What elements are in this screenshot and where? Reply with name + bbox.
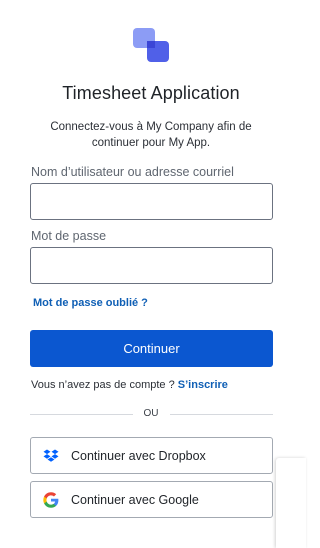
continue-button[interactable]: Continuer	[30, 330, 273, 367]
forgot-password-link[interactable]: Mot de passe oublié ?	[33, 297, 148, 309]
signup-prompt: Vous n’avez pas de compte ?	[31, 379, 175, 391]
username-input[interactable]	[30, 183, 273, 220]
dropbox-button-label: Continuer avec Dropbox	[71, 449, 206, 463]
password-input[interactable]	[30, 247, 273, 284]
signup-row: Vous n’avez pas de compte ? S’inscrire	[31, 379, 228, 391]
google-button-label: Continuer avec Google	[71, 493, 199, 507]
edge-panel	[276, 458, 306, 548]
username-label: Nom d’utilisateur ou adresse courriel	[31, 165, 234, 179]
signup-link[interactable]: S’inscrire	[178, 379, 228, 391]
dropbox-icon	[43, 449, 59, 462]
divider-line-right	[170, 414, 273, 415]
continue-with-dropbox-button[interactable]: Continuer avec Dropbox	[30, 437, 273, 474]
continue-with-google-button[interactable]: Continuer avec Google	[30, 481, 273, 518]
google-icon	[43, 492, 59, 508]
password-label: Mot de passe	[31, 229, 107, 243]
login-subtitle: Connectez-vous à My Company afin de cont…	[50, 121, 252, 149]
app-logo-icon	[133, 28, 169, 62]
page-title: Timesheet Application	[62, 83, 240, 103]
